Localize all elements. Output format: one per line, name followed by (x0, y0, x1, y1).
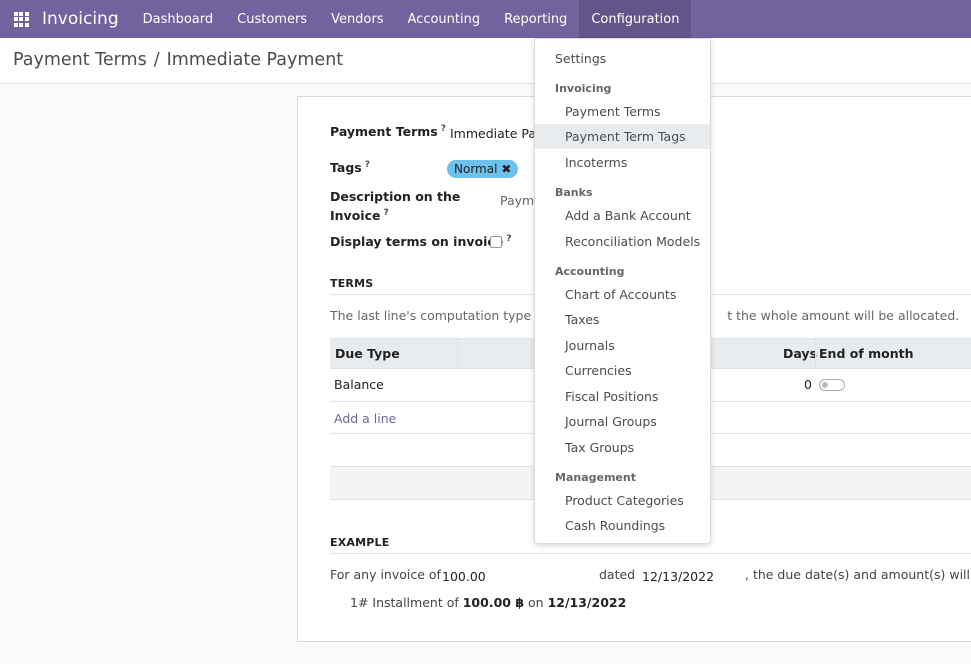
apps-menu-icon[interactable] (0, 0, 42, 38)
installment-line: 1# Installment of 100.00 ฿ on 12/13/2022 (350, 595, 626, 610)
top-navbar: Invoicing Dashboard Customers Vendors Ac… (0, 0, 971, 38)
description-label-line1: Description on the (330, 189, 461, 204)
menu-item-taxes[interactable]: Taxes (535, 307, 710, 332)
example-suffix: , the due date(s) and amount(s) will be: (745, 567, 971, 582)
description-label-line2: Invoice? (330, 208, 389, 224)
menu-item-cash-roundings[interactable]: Cash Roundings (535, 513, 710, 538)
menu-item-currencies[interactable]: Currencies (535, 358, 710, 383)
column-due-type[interactable]: Due Type (335, 346, 400, 361)
nav-reporting[interactable]: Reporting (492, 0, 579, 38)
configuration-dropdown: Settings Invoicing Payment Terms Payment… (534, 38, 711, 544)
row-days: 0 (804, 377, 812, 392)
menu-item-chart-of-accounts[interactable]: Chart of Accounts (535, 282, 710, 307)
breadcrumb-parent[interactable]: Payment Terms (13, 50, 147, 70)
example-section-title: EXAMPLE (330, 536, 390, 549)
installment-amount: 100.00 ฿ (462, 595, 525, 610)
menu-item-payment-terms[interactable]: Payment Terms (535, 99, 710, 124)
nav-vendors[interactable]: Vendors (319, 0, 395, 38)
section-divider (330, 553, 971, 554)
tags-label: Tags? (330, 160, 370, 176)
breadcrumb-current: Immediate Payment (166, 50, 344, 70)
example-date-input[interactable]: 12/13/2022 (642, 569, 714, 585)
help-icon[interactable]: ? (506, 234, 511, 244)
add-line-link[interactable]: Add a line (334, 411, 396, 426)
tag-badge[interactable]: Normal ✖ (447, 160, 519, 178)
installment-on: on (528, 595, 544, 610)
menu-item-journals[interactable]: Journals (535, 333, 710, 358)
menu-item-reconciliation-models[interactable]: Reconciliation Models (535, 229, 710, 254)
nav-configuration[interactable]: Configuration (579, 0, 692, 38)
display-terms-checkbox[interactable] (490, 236, 502, 248)
menu-item-payment-term-tags[interactable]: Payment Term Tags (535, 124, 710, 149)
installment-date: 12/13/2022 (547, 595, 627, 610)
nav-customers[interactable]: Customers (225, 0, 319, 38)
tag-label: Normal (454, 162, 498, 176)
row-due-type: Balance (334, 377, 384, 392)
help-icon[interactable]: ? (441, 124, 446, 134)
app-brand[interactable]: Invoicing (42, 9, 119, 29)
menu-item-settings[interactable]: Settings (535, 46, 710, 71)
example-prefix: For any invoice of (330, 567, 441, 582)
installment-prefix: 1# Installment of (350, 595, 459, 610)
example-amount-input[interactable]: 100.00 (442, 569, 486, 585)
column-days[interactable]: Days (783, 346, 817, 361)
menu-item-incoterms[interactable]: Incoterms (535, 150, 710, 175)
menu-header-banks: Banks (555, 186, 593, 199)
menu-item-tax-groups[interactable]: Tax Groups (535, 435, 710, 460)
nav-dashboard[interactable]: Dashboard (131, 0, 226, 38)
breadcrumb-separator: / (153, 50, 160, 70)
menu-header-accounting: Accounting (555, 265, 625, 278)
column-separator (457, 339, 458, 368)
help-icon[interactable]: ? (365, 160, 370, 170)
close-icon[interactable]: ✖ (501, 162, 511, 176)
nav-accounting[interactable]: Accounting (396, 0, 493, 38)
help-icon[interactable]: ? (383, 208, 388, 218)
menu-item-journal-groups[interactable]: Journal Groups (535, 409, 710, 434)
menu-item-product-categories[interactable]: Product Categories (535, 488, 710, 513)
example-dated-label: dated (599, 567, 636, 582)
menu-header-management: Management (555, 471, 636, 484)
terms-section-title: TERMS (330, 277, 374, 290)
payment-terms-label: Payment Terms? (330, 124, 446, 140)
breadcrumb: Payment Terms / Immediate Payment (13, 50, 343, 70)
end-of-month-toggle[interactable] (819, 379, 845, 391)
column-end-of-month[interactable]: End of month (819, 346, 914, 361)
payment-terms-input[interactable]: Immediate Pay (450, 126, 543, 141)
menu-item-add-bank-account[interactable]: Add a Bank Account (535, 203, 710, 228)
menu-header-invoicing: Invoicing (555, 82, 612, 95)
display-terms-label: Display terms on invoice? (330, 234, 512, 250)
control-panel: Payment Terms / Immediate Payment (0, 38, 971, 84)
menu-item-fiscal-positions[interactable]: Fiscal Positions (535, 384, 710, 409)
column-separator (815, 339, 816, 368)
